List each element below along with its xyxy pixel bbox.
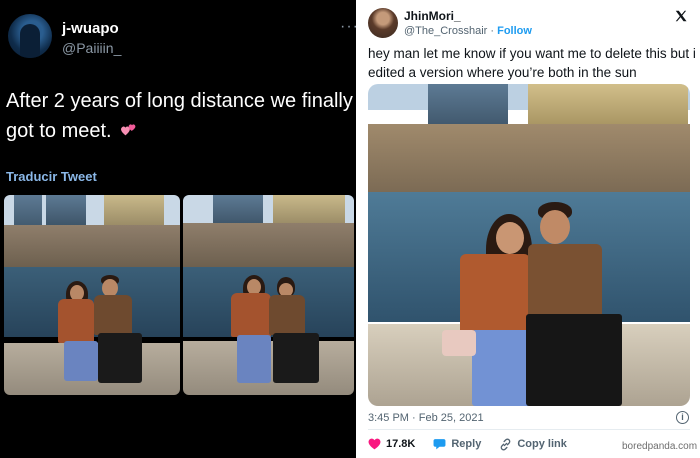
tweet-timestamp[interactable]: 3:45 PM · Feb 25, 2021 xyxy=(368,412,484,424)
info-icon[interactable]: i xyxy=(676,411,689,424)
separator: · xyxy=(487,25,498,37)
copy-link-button[interactable]: Copy link xyxy=(499,438,567,451)
tweet-photo[interactable] xyxy=(368,84,690,406)
right-tweet: JhinMori_ @The_Crosshair · Follow hey ma… xyxy=(356,0,700,458)
handbag xyxy=(442,330,476,356)
tweet-photo[interactable] xyxy=(4,195,180,395)
reply-icon xyxy=(433,439,446,450)
tweet-actions: 17.8K Reply Copy link xyxy=(368,436,585,452)
like-button[interactable]: 17.8K xyxy=(368,438,415,450)
display-name[interactable]: j-wuapo xyxy=(62,20,119,37)
reply-label: Reply xyxy=(451,438,482,450)
tweet-photo[interactable] xyxy=(183,195,354,395)
user-handle-line: @The_Crosshair · Follow xyxy=(404,25,532,37)
tweet-text: hey man let me know if you want me to de… xyxy=(368,46,696,80)
two-hearts-icon xyxy=(121,124,136,136)
tweet-text: After 2 years of long distance we finall… xyxy=(6,86,354,146)
user-handle[interactable]: @The_Crosshair xyxy=(404,25,487,37)
heart-icon xyxy=(368,438,381,450)
follow-button[interactable]: Follow xyxy=(497,25,532,37)
display-name[interactable]: JhinMori_ xyxy=(404,9,461,23)
like-count: 17.8K xyxy=(386,438,416,450)
avatar[interactable] xyxy=(8,14,52,58)
reply-button[interactable]: Reply xyxy=(433,438,481,450)
avatar[interactable] xyxy=(368,8,398,38)
left-tweet: j-wuapo @Paiiiin_ ··· After 2 years of l… xyxy=(0,0,358,458)
tweet-text-body: After 2 years of long distance we finall… xyxy=(6,90,353,142)
divider xyxy=(368,429,690,430)
x-logo-icon[interactable] xyxy=(674,9,688,23)
translate-tweet-link[interactable]: Traducir Tweet xyxy=(6,169,97,184)
user-handle[interactable]: @Paiiiin_ xyxy=(62,40,121,56)
link-icon xyxy=(500,438,511,450)
copy-link-label: Copy link xyxy=(517,438,567,450)
source-credit: boredpanda.com xyxy=(622,441,698,452)
